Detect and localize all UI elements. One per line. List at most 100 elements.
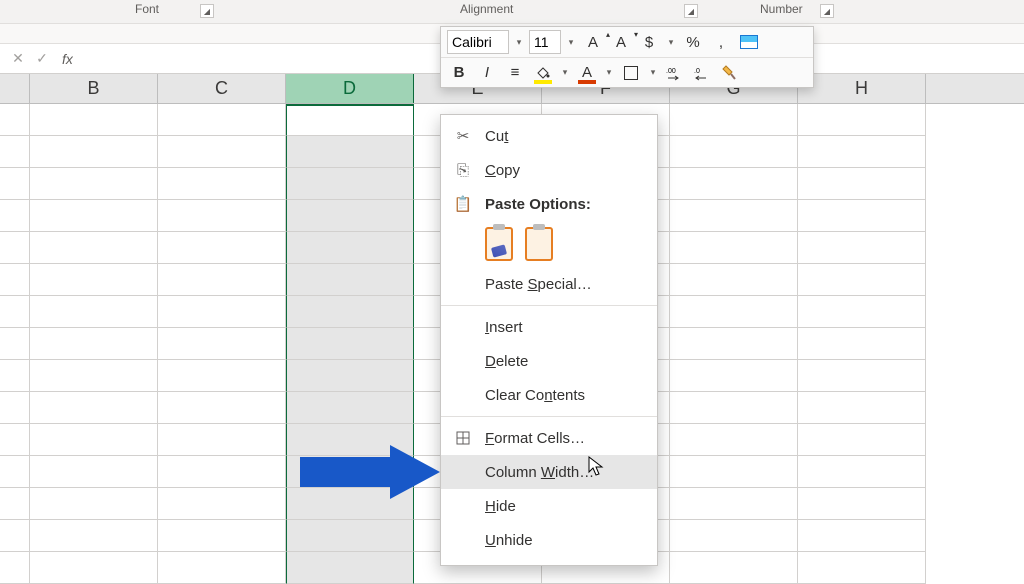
cell[interactable] bbox=[0, 328, 30, 360]
cell[interactable] bbox=[670, 200, 798, 232]
cell[interactable] bbox=[0, 360, 30, 392]
cell[interactable] bbox=[286, 296, 414, 328]
cell[interactable] bbox=[158, 520, 286, 552]
comma-format-button[interactable]: , bbox=[709, 30, 733, 54]
cell-styles-button[interactable] bbox=[737, 30, 761, 54]
borders-dropdown-icon[interactable]: ▾ bbox=[647, 67, 659, 78]
accounting-dropdown-icon[interactable]: ▾ bbox=[665, 37, 677, 48]
font-name-select[interactable]: Calibri bbox=[447, 30, 509, 54]
cell[interactable] bbox=[158, 136, 286, 168]
cell[interactable] bbox=[0, 104, 30, 136]
cell[interactable] bbox=[798, 328, 926, 360]
cell[interactable] bbox=[158, 456, 286, 488]
cell[interactable] bbox=[30, 520, 158, 552]
cell[interactable] bbox=[286, 136, 414, 168]
cell[interactable] bbox=[30, 264, 158, 296]
borders-button[interactable] bbox=[619, 61, 643, 85]
cell[interactable] bbox=[670, 424, 798, 456]
cell[interactable] bbox=[670, 136, 798, 168]
cell[interactable] bbox=[798, 264, 926, 296]
cell[interactable] bbox=[670, 104, 798, 136]
cell[interactable] bbox=[30, 232, 158, 264]
col-hdr-d[interactable]: D bbox=[286, 74, 414, 103]
cell[interactable] bbox=[798, 552, 926, 584]
italic-button[interactable]: I bbox=[475, 61, 499, 85]
cell[interactable] bbox=[0, 264, 30, 296]
enter-button[interactable]: ✓ bbox=[30, 47, 54, 71]
menu-insert[interactable]: Insert bbox=[441, 310, 657, 344]
fill-color-dropdown-icon[interactable]: ▾ bbox=[559, 67, 571, 78]
increase-decimal-button[interactable]: .00 bbox=[663, 61, 687, 85]
font-color-button[interactable]: A bbox=[575, 61, 599, 85]
menu-format-cells[interactable]: Format Cells… bbox=[441, 421, 657, 455]
cell[interactable] bbox=[30, 136, 158, 168]
cell[interactable] bbox=[286, 104, 414, 136]
accounting-format-button[interactable]: $ bbox=[637, 30, 661, 54]
paste-option-default[interactable] bbox=[525, 227, 553, 261]
cell[interactable] bbox=[798, 424, 926, 456]
cell[interactable] bbox=[670, 552, 798, 584]
cancel-button[interactable]: ✕ bbox=[6, 47, 30, 71]
cell[interactable] bbox=[0, 488, 30, 520]
format-painter-button[interactable] bbox=[719, 61, 743, 85]
col-hdr-b[interactable]: B bbox=[30, 74, 158, 103]
cell[interactable] bbox=[670, 456, 798, 488]
cell[interactable] bbox=[158, 328, 286, 360]
percent-format-button[interactable]: % bbox=[681, 30, 705, 54]
cell[interactable] bbox=[30, 456, 158, 488]
fill-color-button[interactable] bbox=[531, 61, 555, 85]
font-size-select[interactable]: 11 bbox=[529, 30, 561, 54]
menu-paste-special[interactable]: Paste Special… bbox=[441, 267, 657, 301]
cell[interactable] bbox=[0, 168, 30, 200]
cell[interactable] bbox=[286, 392, 414, 424]
cell[interactable] bbox=[286, 232, 414, 264]
bold-button[interactable]: B bbox=[447, 61, 471, 85]
cell[interactable] bbox=[798, 232, 926, 264]
cell[interactable] bbox=[670, 392, 798, 424]
cell[interactable] bbox=[30, 424, 158, 456]
cell[interactable] bbox=[30, 168, 158, 200]
cell[interactable] bbox=[30, 328, 158, 360]
fx-button[interactable]: fx bbox=[62, 51, 73, 67]
cell[interactable] bbox=[30, 296, 158, 328]
decrease-decimal-button[interactable]: .0 bbox=[691, 61, 715, 85]
cell[interactable] bbox=[798, 168, 926, 200]
cell[interactable] bbox=[158, 392, 286, 424]
menu-hide[interactable]: Hide bbox=[441, 489, 657, 523]
menu-cut[interactable]: ✂ Cut bbox=[441, 119, 657, 153]
cell[interactable] bbox=[286, 552, 414, 584]
cell[interactable] bbox=[798, 296, 926, 328]
cell[interactable] bbox=[30, 200, 158, 232]
cell[interactable] bbox=[30, 104, 158, 136]
cell[interactable] bbox=[0, 296, 30, 328]
cell[interactable] bbox=[30, 488, 158, 520]
col-hdr-h[interactable]: H bbox=[798, 74, 926, 103]
cell[interactable] bbox=[158, 488, 286, 520]
cell[interactable] bbox=[798, 488, 926, 520]
cell[interactable] bbox=[670, 328, 798, 360]
menu-delete[interactable]: Delete bbox=[441, 344, 657, 378]
cell[interactable] bbox=[798, 136, 926, 168]
cell[interactable] bbox=[158, 200, 286, 232]
font-name-dropdown-icon[interactable]: ▾ bbox=[513, 37, 525, 48]
alignment-dialog-launcher[interactable]: ◢ bbox=[684, 4, 698, 18]
cell[interactable] bbox=[798, 104, 926, 136]
cell[interactable] bbox=[0, 456, 30, 488]
cell[interactable] bbox=[158, 104, 286, 136]
cell[interactable] bbox=[798, 360, 926, 392]
cell[interactable] bbox=[158, 552, 286, 584]
cell[interactable] bbox=[798, 456, 926, 488]
cell[interactable] bbox=[0, 392, 30, 424]
cell[interactable] bbox=[0, 136, 30, 168]
cell[interactable] bbox=[286, 520, 414, 552]
cell[interactable] bbox=[30, 360, 158, 392]
cell[interactable] bbox=[0, 232, 30, 264]
cell[interactable] bbox=[158, 424, 286, 456]
align-button[interactable]: ≡ bbox=[503, 61, 527, 85]
menu-unhide[interactable]: Unhide bbox=[441, 523, 657, 557]
menu-column-width[interactable]: Column Width… bbox=[441, 455, 657, 489]
decrease-font-button[interactable]: A▾ bbox=[609, 30, 633, 54]
cell[interactable] bbox=[670, 232, 798, 264]
cell[interactable] bbox=[286, 264, 414, 296]
number-dialog-launcher[interactable]: ◢ bbox=[820, 4, 834, 18]
